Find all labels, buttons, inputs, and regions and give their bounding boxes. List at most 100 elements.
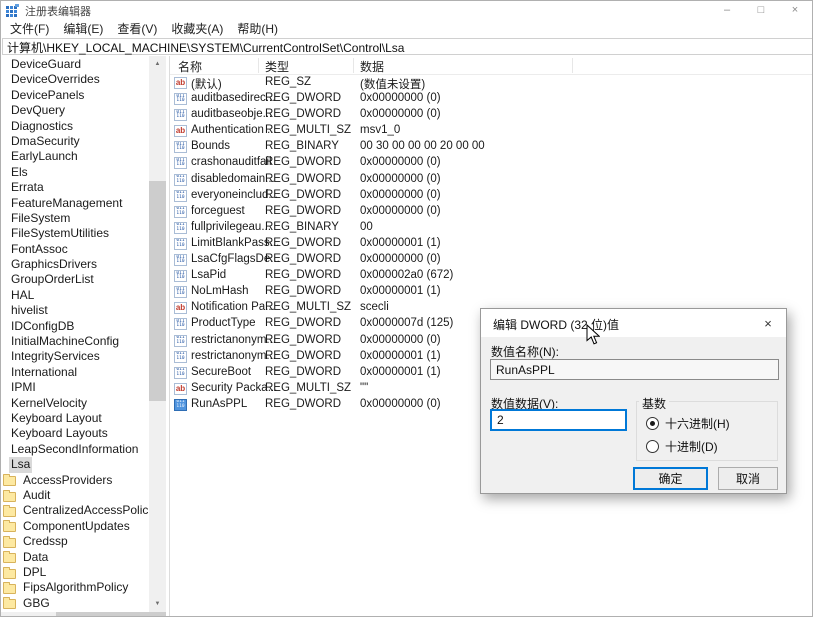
radio-hexadecimal[interactable]: 十六进制(H)	[646, 415, 730, 432]
value-row-auditbaseobje...[interactable]: 011 110auditbaseobje...REG_DWORD0x000000…	[170, 107, 812, 123]
value-row-fullprivilegeau...[interactable]: 011 110fullprivilegeau...REG_BINARY00	[170, 220, 812, 236]
folder-icon	[3, 553, 16, 563]
dialog-close-icon[interactable]: ×	[754, 312, 782, 334]
value-data: msv1_0	[360, 124, 400, 136]
maximize-icon[interactable]: □	[744, 1, 778, 20]
scroll-up-icon[interactable]: ▲	[149, 56, 166, 72]
value-row-Bounds[interactable]: 011 110BoundsREG_BINARY00 30 00 00 00 20…	[170, 139, 812, 155]
tree-vertical-scrollbar[interactable]: ▲ ▼	[149, 56, 166, 612]
tree-item-ComponentUpdates[interactable]: ComponentUpdates	[1, 519, 149, 534]
value-type: REG_MULTI_SZ	[265, 382, 351, 394]
scrollbar-thumb[interactable]	[149, 181, 166, 401]
tree-item-Credssp[interactable]: Credssp	[1, 534, 149, 549]
radio-button-icon[interactable]	[646, 417, 659, 430]
value-data: 0x00000000 (0)	[360, 398, 441, 410]
value-name: auditbasedirec...	[191, 92, 275, 104]
tree-item-Lsa[interactable]: Lsa	[1, 457, 149, 472]
value-data: 0x00000000 (0)	[360, 205, 441, 217]
value-name: ProductType	[191, 317, 256, 329]
value-data-input[interactable]	[490, 409, 627, 431]
value-row-auditbasedirec...[interactable]: 011 110auditbasedirec...REG_DWORD0x00000…	[170, 91, 812, 107]
tree-item-Errata[interactable]: Errata	[1, 180, 149, 195]
registry-tree-panel: DeviceGuardDeviceOverridesDevicePanelsDe…	[1, 57, 149, 610]
cancel-button[interactable]: 取消	[718, 467, 778, 490]
tree-item-GroupOrderList[interactable]: GroupOrderList	[1, 272, 149, 287]
value-name-field[interactable]	[490, 359, 779, 380]
tree-item-DevQuery[interactable]: DevQuery	[1, 103, 149, 118]
value-name: forceguest	[191, 205, 245, 217]
tree-item-label: DevicePanels	[9, 88, 86, 103]
radio-button-icon[interactable]	[646, 440, 659, 453]
tree-item-GBG[interactable]: GBG	[1, 596, 149, 610]
value-type: REG_DWORD	[265, 350, 341, 362]
radio-decimal[interactable]: 十进制(D)	[646, 438, 718, 455]
tree-item-EarlyLaunch[interactable]: EarlyLaunch	[1, 149, 149, 164]
tree-item-hivelist[interactable]: hivelist	[1, 303, 149, 318]
scroll-down-icon[interactable]: ▼	[149, 596, 166, 612]
dword-value-icon: 011 110	[174, 157, 187, 169]
tree-item-FontAssoc[interactable]: FontAssoc	[1, 242, 149, 257]
menu-item-1[interactable]: 编辑(E)	[56, 20, 110, 37]
tree-item-FeatureManagement[interactable]: FeatureManagement	[1, 196, 149, 211]
tree-item-FipsAlgorithmPolicy[interactable]: FipsAlgorithmPolicy	[1, 580, 149, 595]
address-input[interactable]	[3, 40, 812, 55]
tree-item-CentralizedAccessPolicies[interactable]: CentralizedAccessPolicies	[1, 503, 149, 518]
edit-dword-dialog: 编辑 DWORD (32 位)值 × 数值名称(N): 数值数据(V): 基数 …	[480, 308, 787, 494]
value-row-LimitBlankPass...[interactable]: 011 110LimitBlankPass...REG_DWORD0x00000…	[170, 236, 812, 252]
column-header-1[interactable]: 类型	[265, 58, 289, 75]
tree-item-FileSystemUtilities[interactable]: FileSystemUtilities	[1, 226, 149, 241]
tree-item-label: Els	[9, 165, 30, 180]
tree-item-DmaSecurity[interactable]: DmaSecurity	[1, 134, 149, 149]
column-header-2[interactable]: 数据	[360, 58, 384, 75]
value-type: REG_SZ	[265, 76, 311, 88]
value-row-(默认)[interactable]: ab(默认)REG_SZ(数值未设置)	[170, 75, 812, 91]
tree-item-DeviceGuard[interactable]: DeviceGuard	[1, 57, 149, 72]
menu-item-2[interactable]: 查看(V)	[110, 20, 164, 37]
value-row-LsaPid[interactable]: 011 110LsaPidREG_DWORD0x000002a0 (672)	[170, 268, 812, 284]
tree-item-Data[interactable]: Data	[1, 550, 149, 565]
dword-value-icon: 011 110	[174, 335, 187, 347]
minimize-icon[interactable]: –	[710, 1, 744, 20]
tree-item-GraphicsDrivers[interactable]: GraphicsDrivers	[1, 257, 149, 272]
menu-item-0[interactable]: 文件(F)	[3, 20, 56, 37]
tree-item-DevicePanels[interactable]: DevicePanels	[1, 88, 149, 103]
tree-item-LeapSecondInformation[interactable]: LeapSecondInformation	[1, 442, 149, 457]
value-row-everyoneinclud...[interactable]: 011 110everyoneinclud...REG_DWORD0x00000…	[170, 188, 812, 204]
tree-item-Keyboard Layouts[interactable]: Keyboard Layouts	[1, 426, 149, 441]
close-icon[interactable]: ×	[778, 1, 812, 20]
value-type: REG_DWORD	[265, 253, 341, 265]
tree-item-FileSystem[interactable]: FileSystem	[1, 211, 149, 226]
value-row-Authentication ...[interactable]: abAuthentication ...REG_MULTI_SZmsv1_0	[170, 123, 812, 139]
tree-item-Els[interactable]: Els	[1, 165, 149, 180]
folder-icon	[3, 492, 16, 502]
tree-item-label: FipsAlgorithmPolicy	[21, 580, 130, 595]
value-data: ""	[360, 382, 368, 394]
value-row-NoLmHash[interactable]: 011 110NoLmHashREG_DWORD0x00000001 (1)	[170, 284, 812, 300]
column-header-0[interactable]: 名称	[178, 58, 202, 75]
tree-item-label: hivelist	[9, 303, 50, 318]
ok-button[interactable]: 确定	[633, 467, 708, 490]
tree-item-IntegrityServices[interactable]: IntegrityServices	[1, 349, 149, 364]
value-row-forceguest[interactable]: 011 110forceguestREG_DWORD0x00000000 (0)	[170, 204, 812, 220]
tree-item-IDConfigDB[interactable]: IDConfigDB	[1, 319, 149, 334]
menu-item-3[interactable]: 收藏夹(A)	[164, 20, 230, 37]
tree-item-Audit[interactable]: Audit	[1, 488, 149, 503]
tree-item-KernelVelocity[interactable]: KernelVelocity	[1, 396, 149, 411]
tree-item-InitialMachineConfig[interactable]: InitialMachineConfig	[1, 334, 149, 349]
tree-item-DPL[interactable]: DPL	[1, 565, 149, 580]
value-row-LsaCfgFlagsDe...[interactable]: 011 110LsaCfgFlagsDe...REG_DWORD0x000000…	[170, 252, 812, 268]
tree-horizontal-scrollbar[interactable]	[1, 612, 166, 617]
scrollbar-thumb[interactable]	[56, 612, 166, 617]
tree-item-Keyboard Layout[interactable]: Keyboard Layout	[1, 411, 149, 426]
value-row-disabledomain...[interactable]: 011 110disabledomain...REG_DWORD0x000000…	[170, 172, 812, 188]
value-name: Authentication ...	[191, 124, 277, 136]
dword-value-icon: 011 110	[174, 399, 187, 411]
tree-item-IPMI[interactable]: IPMI	[1, 380, 149, 395]
value-row-crashonauditfail[interactable]: 011 110crashonauditfailREG_DWORD0x000000…	[170, 155, 812, 171]
tree-item-AccessProviders[interactable]: AccessProviders	[1, 473, 149, 488]
tree-item-DeviceOverrides[interactable]: DeviceOverrides	[1, 72, 149, 87]
tree-item-Diagnostics[interactable]: Diagnostics	[1, 119, 149, 134]
tree-item-HAL[interactable]: HAL	[1, 288, 149, 303]
menu-item-4[interactable]: 帮助(H)	[230, 20, 285, 37]
tree-item-International[interactable]: International	[1, 365, 149, 380]
